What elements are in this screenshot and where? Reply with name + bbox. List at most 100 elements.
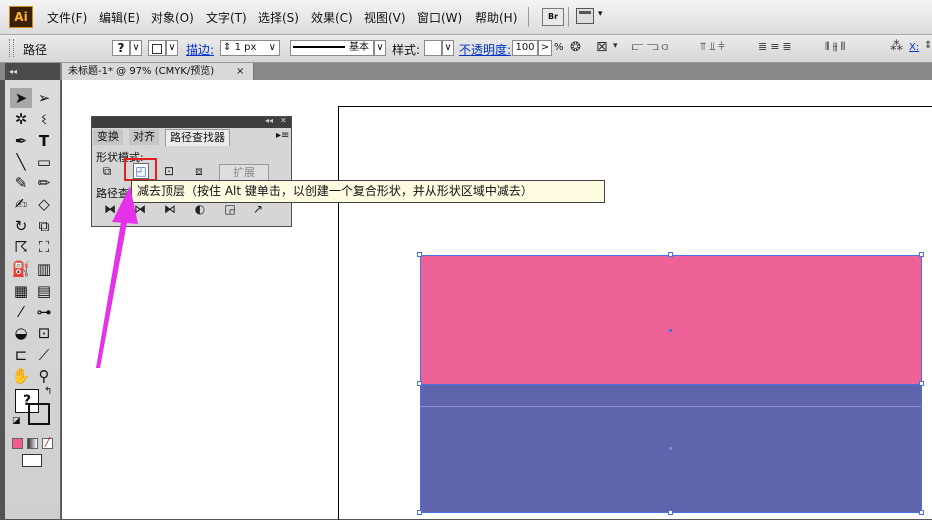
menu-file[interactable]: 文件(F) [47,9,87,26]
opacity-field[interactable]: 100 [512,40,538,56]
menu-type[interactable]: 文字(T) [206,9,247,26]
column-graph-tool-icon[interactable]: ▥ [33,259,55,279]
tab-pathfinder[interactable]: 路径查找器 [165,129,230,146]
profile-dropdown[interactable]: ∨ [374,40,386,56]
chevron-down-icon[interactable]: ∨ [269,41,279,55]
arrange-documents-icon[interactable] [576,8,594,24]
selection-handle[interactable] [919,252,924,257]
opacity-arrow[interactable]: > [538,40,552,56]
selection-handle[interactable] [919,510,924,515]
selection-handle[interactable] [417,510,422,515]
close-icon[interactable]: × [236,63,244,80]
tab-transform[interactable]: 变换 [93,129,123,145]
paintbrush-tool-icon[interactable]: ✎ [10,173,32,193]
menu-select[interactable]: 选择(S) [258,9,299,26]
slice-tool-icon[interactable]: ⟋ [33,345,55,365]
menu-view[interactable]: 视图(V) [364,9,406,26]
warp-tool-icon[interactable]: ☈ [10,237,32,257]
color-mode-icon[interactable] [12,438,23,449]
stroke-box[interactable] [28,403,50,425]
line-tool-icon[interactable]: ╲ [10,152,32,172]
distribute-vertical-group-icon[interactable]: ≣≡≣ [758,40,795,53]
menu-edit[interactable]: 编辑(E) [99,9,140,26]
chevron-down-icon[interactable]: ▾ [598,9,603,19]
stroke-label-link[interactable]: 描边: [186,41,214,58]
center-point [669,447,672,450]
tab-align[interactable]: 对齐 [129,129,159,145]
recolor-artwork-icon[interactable]: ❂ [570,40,581,55]
panel-grip-icon[interactable] [9,39,14,57]
rotate-tool-icon[interactable]: ↻ [10,216,32,236]
stroke-color-swatch[interactable] [148,40,166,56]
align-left-group-icon[interactable]: ⫍⫎⫏ [632,40,671,54]
gradient-tool-icon[interactable]: ▤ [33,281,55,301]
hand-tool-icon[interactable]: ✋ [10,366,32,386]
stroke-profile-select[interactable]: 基本 [290,40,374,56]
fill-color-swatch[interactable]: ? [112,40,130,56]
selection-tool-icon[interactable]: ➤ [10,88,32,108]
direct-selection-tool-icon[interactable]: ➢ [33,88,55,108]
menu-object[interactable]: 对象(O) [151,9,194,26]
exclude-icon[interactable]: ⧈ [192,164,206,178]
default-fill-stroke-icon[interactable]: ◪ [12,416,21,426]
none-mode-icon[interactable]: ╱ [42,438,53,449]
panel-title-bar[interactable] [92,117,291,128]
style-dropdown[interactable]: ∨ [442,40,454,56]
type-tool-icon[interactable]: T [33,131,55,151]
free-transform-tool-icon[interactable]: ⛶ [33,237,55,257]
outline-icon[interactable]: ◲ [223,202,237,216]
style-swatch[interactable] [424,40,442,56]
eraser-tool-icon[interactable]: ◇ [33,194,55,214]
mesh-tool-icon[interactable]: ▦ [10,281,32,301]
tools-collapse-button[interactable]: ◂◂ [5,63,60,80]
minus-back-icon[interactable]: ↗ [251,202,265,216]
live-paint-bucket-tool-icon[interactable]: ◒ [10,323,32,343]
minus-front-icon[interactable]: ◰ [133,163,149,179]
selection-handle[interactable] [668,252,673,257]
pencil-tool-icon[interactable]: ✏ [33,173,55,193]
live-paint-selection-tool-icon[interactable]: ⊡ [33,323,55,343]
rectangle-tool-icon[interactable]: ▭ [33,152,55,172]
blend-tool-icon[interactable]: ⊶ [33,302,55,322]
magic-wand-tool-icon[interactable]: ✲ [10,109,32,129]
lasso-tool-icon[interactable]: ଽ [33,109,55,129]
intersect-icon[interactable]: ⊡ [162,164,176,178]
stroke-weight-field[interactable]: ⇕ 1 px ∨ [220,40,280,56]
menu-effect[interactable]: 效果(C) [311,9,353,26]
menu-window[interactable]: 窗口(W) [417,9,462,26]
symbol-sprayer-tool-icon[interactable]: ⛽ [10,259,32,279]
distribute-horizontal-group-icon[interactable]: ⫴⫵⫴ [825,40,848,54]
selection-handle[interactable] [417,381,422,386]
panel-menu-icon[interactable]: ▸≡ [276,130,289,141]
x-coordinate-label[interactable]: X: [909,42,919,53]
stepper-icon[interactable]: ⇕ [223,42,231,53]
selection-handle[interactable] [417,252,422,257]
merge-icon[interactable]: ⧑ [163,202,177,216]
gradient-mode-icon[interactable] [27,438,38,449]
screen-mode-icon[interactable] [22,454,42,467]
eyedropper-tool-icon[interactable]: ⁄ [10,302,32,322]
align-top-group-icon[interactable]: ⫪⫫⫩ [700,40,728,54]
unite-icon[interactable]: ⧉ [100,164,114,178]
pen-tool-icon[interactable]: ✒ [10,131,32,151]
reference-point-icon[interactable]: ⁂ [890,39,903,54]
zoom-tool-icon[interactable]: ⚲ [33,366,55,386]
blob-brush-tool-icon[interactable]: ✍ [10,194,32,214]
swap-fill-stroke-icon[interactable]: ↰ [44,386,52,397]
bridge-button[interactable]: Br [542,8,564,26]
document-tab[interactable]: 未标题-1* @ 97% (CMYK/预览) [62,63,254,80]
close-icon[interactable]: ✕ [280,116,287,125]
collapse-icon[interactable]: ◂◂ [265,116,273,125]
artboard-tool-icon[interactable]: ⊏ [10,345,32,365]
selection-handle[interactable] [919,381,924,386]
menu-help[interactable]: 帮助(H) [475,9,517,26]
stepper-icon[interactable]: ⇕ [924,40,932,51]
stroke-dropdown[interactable]: ∨ [166,40,178,56]
selection-handle[interactable] [668,510,673,515]
document-setup-icon[interactable]: ⊠ [596,39,608,55]
chevron-down-icon[interactable]: ▾ [613,41,618,51]
scale-tool-icon[interactable]: ⧉ [33,216,55,236]
opacity-label-link[interactable]: 不透明度: [459,41,511,58]
crop-icon[interactable]: ◐ [193,202,207,216]
fill-dropdown[interactable]: ∨ [130,40,142,56]
